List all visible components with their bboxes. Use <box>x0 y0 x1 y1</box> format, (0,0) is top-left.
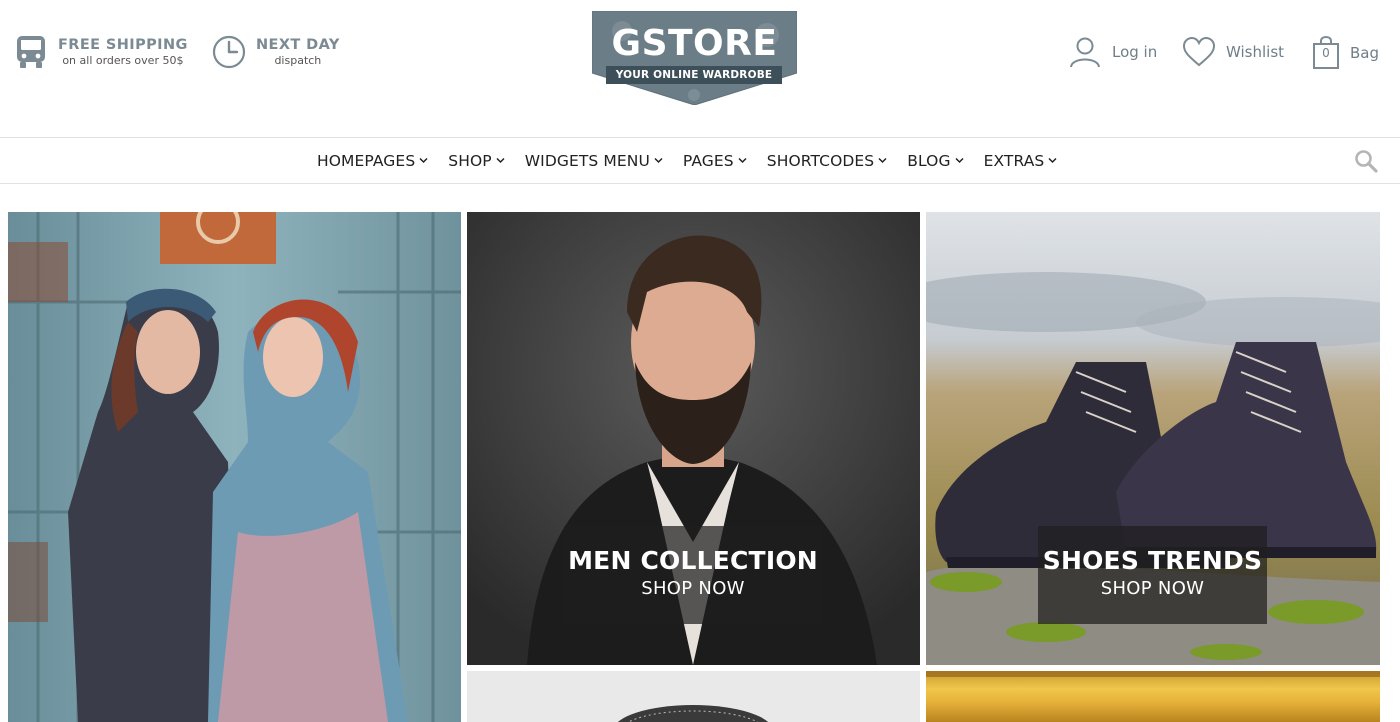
wood-tile-partial[interactable] <box>926 671 1380 722</box>
logo-tagline: YOUR ONLINE WARDROBE <box>606 66 782 84</box>
nav-item-label: SHOP <box>448 151 492 170</box>
wood-graphic <box>926 671 1380 722</box>
user-icon <box>1068 36 1102 68</box>
nav-item-label: PAGES <box>682 151 734 170</box>
women-collection-tile[interactable] <box>8 212 461 722</box>
wishlist-link[interactable]: Wishlist <box>1182 36 1284 68</box>
bag-label: Bag <box>1350 44 1380 62</box>
bus-icon <box>14 34 48 70</box>
wishlist-label: Wishlist <box>1226 43 1285 61</box>
clock-icon <box>212 34 246 70</box>
promo-subtitle: on all orders over 50$ <box>62 54 184 67</box>
men-collection-tile[interactable]: MEN COLLECTION SHOP NOW <box>467 212 920 665</box>
site-header: FREE SHIPPING on all orders over 50$ NEX… <box>0 0 1400 137</box>
nav-item-label: EXTRAS <box>983 151 1045 170</box>
chevron-down-icon <box>738 157 747 164</box>
promo-title: FREE SHIPPING <box>58 37 188 53</box>
chevron-down-icon <box>496 157 505 164</box>
heart-icon <box>1182 36 1216 68</box>
logo-name: GSTORE <box>611 23 778 64</box>
nav-item-label: WIDGETS MENU <box>524 151 650 170</box>
nav-item-shop[interactable]: SHOP <box>448 151 505 170</box>
nav-item-label: BLOG <box>907 151 951 170</box>
tile-title: SHOES TRENDS <box>1042 546 1263 575</box>
badge-graphic <box>467 671 920 722</box>
bag-link[interactable]: 0 Bag <box>1312 36 1379 70</box>
nav-item-blog[interactable]: BLOG <box>907 151 964 170</box>
nav-item-label: SHORTCODES <box>766 151 875 170</box>
next-day-promo: NEXT DAY dispatch <box>212 34 340 70</box>
login-label: Log in <box>1112 43 1158 61</box>
promo-tile-partial[interactable] <box>467 671 920 722</box>
chevron-down-icon <box>654 157 663 164</box>
login-link[interactable]: Log in <box>1068 36 1157 68</box>
women-photo <box>8 212 461 722</box>
nav-item-homepages[interactable]: HOMEPAGES <box>317 152 428 170</box>
shop-now-link[interactable]: SHOP NOW <box>564 578 822 600</box>
site-logo[interactable]: GSTORE YOUR ONLINE WARDROBE <box>592 11 797 105</box>
promo-title: NEXT DAY <box>256 37 340 53</box>
nav-item-shortcodes[interactable]: SHORTCODES <box>767 152 888 170</box>
promo-subtitle: dispatch <box>274 54 322 67</box>
chevron-down-icon <box>1048 157 1057 164</box>
shoes-trends-tile[interactable]: SHOES TRENDS SHOP NOW <box>926 212 1380 665</box>
nav-item-widgets-menu[interactable]: WIDGETS MENU <box>525 152 663 170</box>
nav-item-pages[interactable]: PAGES <box>683 152 747 170</box>
bag-count: 0 <box>1322 46 1330 60</box>
nav-list: HOMEPAGES SHOP WIDGETS MENU PAGES SHORTC… <box>317 138 1077 183</box>
chevron-down-icon <box>419 157 428 164</box>
shoes-trends-caption[interactable]: SHOES TRENDS SHOP NOW <box>1038 526 1267 624</box>
search-icon[interactable] <box>1354 149 1378 173</box>
shop-now-link[interactable]: SHOP NOW <box>1038 578 1267 600</box>
chevron-down-icon <box>878 157 887 164</box>
men-collection-caption[interactable]: MEN COLLECTION SHOP NOW <box>564 526 822 624</box>
free-shipping-promo: FREE SHIPPING on all orders over 50$ <box>14 34 188 70</box>
nav-item-extras[interactable]: EXTRAS <box>984 152 1058 170</box>
tile-title: MEN COLLECTION <box>568 546 818 575</box>
nav-item-label: HOMEPAGES <box>317 151 416 170</box>
main-nav: HOMEPAGES SHOP WIDGETS MENU PAGES SHORTC… <box>0 137 1400 184</box>
chevron-down-icon <box>955 157 964 164</box>
bag-icon: 0 <box>1312 36 1340 70</box>
